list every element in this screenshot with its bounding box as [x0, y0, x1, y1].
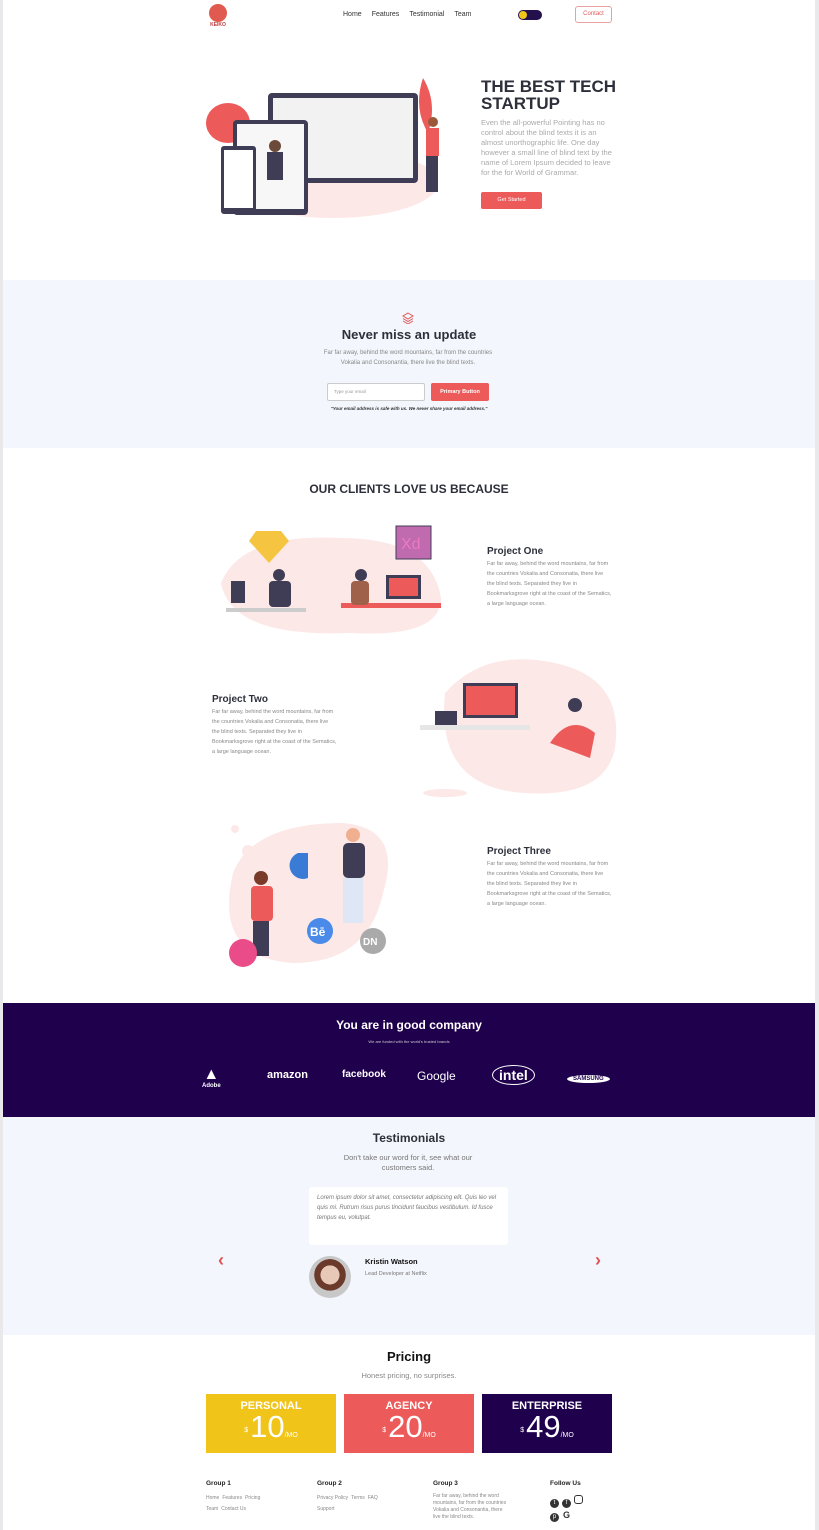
- project-two: Project Two Far far away, behind the wor…: [212, 694, 337, 757]
- clients-title: OUR CLIENTS LOVE US BECAUSE: [309, 482, 509, 496]
- project-two-text: Far far away, behind the word mountains,…: [212, 709, 337, 755]
- facebook-logo: facebook: [342, 1069, 386, 1080]
- adobe-logo: ▲ Adobe: [202, 1066, 221, 1090]
- project-three-illustration: Bē DN: [229, 823, 388, 967]
- svg-text:Bē: Bē: [310, 925, 326, 939]
- brands-section: You are in good company We are funded wi…: [3, 1003, 815, 1117]
- primary-button[interactable]: Primary Button: [431, 383, 489, 401]
- footer-group-1: Group 1 Home Features Pricing Team Contact …: [206, 1478, 306, 1515]
- footer-link[interactable]: Contact Us: [221, 1506, 246, 1512]
- project-two-illustration: [420, 659, 617, 797]
- footer-link[interactable]: Terms: [351, 1495, 365, 1501]
- testimonial-name: Kristin Watson: [365, 1257, 418, 1266]
- footer-link[interactable]: Pricing: [245, 1495, 260, 1501]
- footer: Group 1 Home Features Pricing Team Contact …: [3, 1465, 815, 1530]
- footer-text: Far far away, behind the word mountains,…: [433, 1493, 507, 1520]
- footer-group-title: Group 2: [317, 1480, 342, 1487]
- plan-price: 20: [388, 1409, 423, 1444]
- newsletter-text: Far far away, behind the word mountains,…: [323, 350, 493, 366]
- plan-period: /MO: [284, 1432, 298, 1439]
- footer-group-title: Group 3: [433, 1480, 458, 1487]
- project-one-illustration: Xd: [221, 525, 441, 634]
- project-one-title: Project One: [487, 546, 544, 557]
- hero-title: THE BEST TECH STARTUP: [481, 77, 617, 113]
- nav-team[interactable]: Team: [454, 11, 471, 18]
- privacy-note: "Your email address is safe with us. We …: [330, 406, 488, 411]
- project-three-title: Project Three: [487, 846, 551, 857]
- plan-agency[interactable]: AGENCY $20/MO: [344, 1394, 474, 1453]
- footer-group-2: Group 2 Privacy Policy Terms FAQ Support: [317, 1478, 417, 1515]
- follow-us-title: Follow Us: [550, 1480, 581, 1487]
- intel-logo: intel: [492, 1065, 535, 1085]
- plan-enterprise[interactable]: ENTERPRISE $49/MO: [482, 1394, 612, 1453]
- nav-testimonial[interactable]: Testimonial: [409, 11, 444, 18]
- samsung-logo: SAMSUNG: [567, 1075, 610, 1083]
- logo-text: KEIKO: [210, 22, 226, 28]
- theme-toggle[interactable]: [518, 10, 542, 20]
- twitter-icon[interactable]: t: [550, 1499, 559, 1508]
- newsletter-section: Never miss an update Far far away, behin…: [3, 280, 815, 448]
- footer-group-title: Group 1: [206, 1480, 231, 1487]
- plan-price: 10: [250, 1409, 285, 1444]
- instagram-icon[interactable]: [574, 1495, 583, 1504]
- pricing-title: Pricing: [386, 1349, 432, 1364]
- pricing-section: Pricing Honest pricing, no surprises. PE…: [3, 1335, 815, 1465]
- currency: $: [244, 1427, 249, 1434]
- plan-personal[interactable]: PERSONAL $10/MO: [206, 1394, 336, 1453]
- project-three: Project Three Far far away, behind the w…: [487, 846, 612, 909]
- chevron-right-icon[interactable]: ›: [595, 1250, 601, 1271]
- page: KEIKO Home Features Testimonial Team Con…: [3, 0, 815, 1530]
- logo[interactable]: KEIKO: [207, 4, 229, 28]
- google-icon[interactable]: G: [562, 1511, 571, 1520]
- testimonials-subtitle: Don't take our word for it, see what our…: [343, 1153, 473, 1172]
- project-three-text: Far far away, behind the word mountains,…: [487, 861, 612, 907]
- project-one: Project One Far far away, behind the wor…: [487, 546, 612, 609]
- project-one-text: Far far away, behind the word mountains,…: [487, 561, 612, 607]
- newsletter-title: Never miss an update: [341, 327, 477, 342]
- footer-link[interactable]: Privacy Policy: [317, 1495, 348, 1501]
- footer-link[interactable]: FAQ: [368, 1495, 378, 1501]
- footer-link[interactable]: Support: [317, 1506, 335, 1512]
- testimonial-quote: Lorem ipsum dolor sit amet, consectetur …: [309, 1187, 508, 1245]
- pinterest-icon[interactable]: p: [550, 1513, 559, 1522]
- hero: THE BEST TECH STARTUP Even the all-power…: [3, 40, 815, 280]
- plan-price: 49: [526, 1409, 561, 1444]
- avatar: [309, 1256, 351, 1298]
- hero-text: Even the all-powerful Pointing has no co…: [481, 118, 612, 177]
- plan-period: /MO: [422, 1432, 436, 1439]
- clients-section: OUR CLIENTS LOVE US BECAUSE Xd Project O…: [3, 448, 815, 1003]
- footer-link[interactable]: Home: [206, 1495, 219, 1501]
- svg-text:DN: DN: [363, 937, 377, 948]
- plan-period: /MO: [560, 1432, 574, 1439]
- hero-illustration: [206, 78, 439, 218]
- testimonials-title: Testimonials: [372, 1131, 446, 1145]
- testimonials-section: Testimonials Don't take our word for it,…: [3, 1117, 815, 1335]
- footer-link[interactable]: Team: [206, 1506, 218, 1512]
- pricing-subtitle: Honest pricing, no surprises.: [361, 1371, 457, 1380]
- chevron-left-icon[interactable]: ‹: [218, 1250, 224, 1271]
- project-two-title: Project Two: [212, 694, 268, 705]
- facebook-icon[interactable]: f: [562, 1499, 571, 1508]
- header: KEIKO Home Features Testimonial Team Con…: [3, 0, 815, 40]
- nav-home[interactable]: Home: [343, 11, 362, 18]
- currency: $: [382, 1427, 387, 1434]
- brands-title: You are in good company: [336, 1018, 482, 1032]
- amazon-logo: amazon: [267, 1069, 308, 1081]
- footer-social: Follow Us tf pG: [550, 1478, 610, 1523]
- contact-button[interactable]: Contact: [575, 6, 612, 23]
- nav: Home Features Testimonial Team: [343, 11, 471, 18]
- brands-subtitle: We are funded with the world's trusted b…: [368, 1039, 450, 1044]
- get-started-button[interactable]: Get Started: [481, 192, 542, 209]
- footer-group-3: Group 3 Far far away, behind the word mo…: [433, 1478, 508, 1521]
- testimonial-role: Lead Developer at Netflix: [365, 1271, 427, 1277]
- currency: $: [520, 1427, 525, 1434]
- footer-link[interactable]: Features: [222, 1495, 242, 1501]
- layers-icon: [402, 312, 414, 324]
- nav-features[interactable]: Features: [372, 11, 400, 18]
- email-input[interactable]: Type your email: [327, 383, 425, 401]
- svg-text:Xd: Xd: [401, 536, 421, 553]
- google-logo: Google: [417, 1069, 456, 1083]
